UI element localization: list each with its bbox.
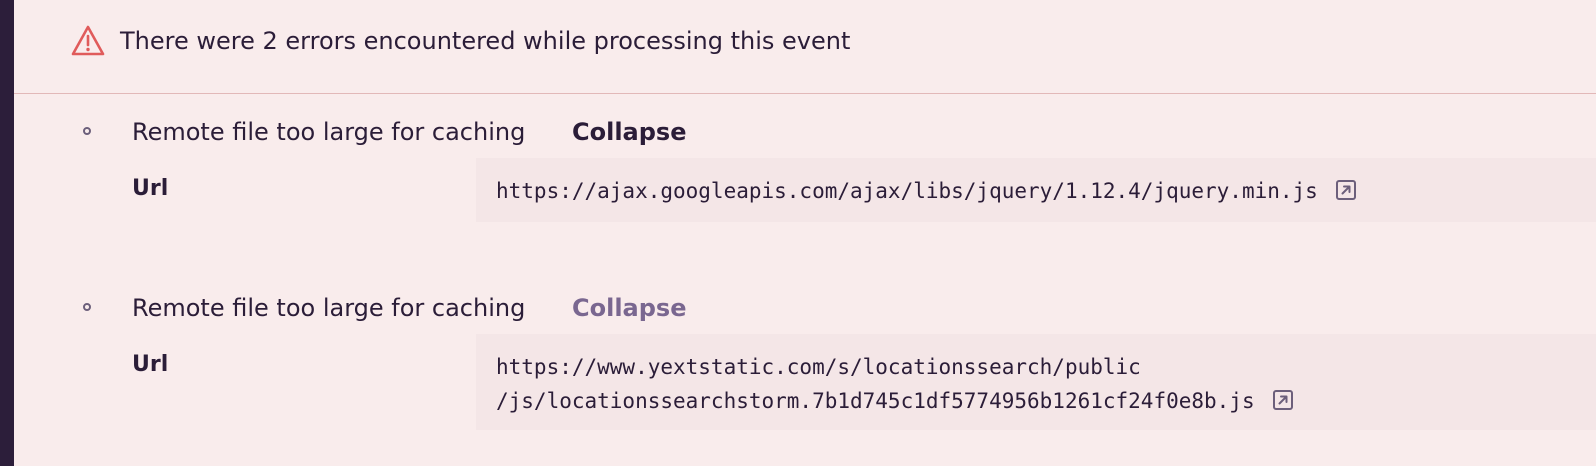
detail-value: https://www.yextstatic.com/s/locationsse… [476,334,1596,430]
left-rail [0,0,14,466]
bullet-icon [83,303,91,311]
detail-value: https://ajax.googleapis.com/ajax/libs/jq… [476,158,1596,222]
bullet-icon [83,127,91,135]
alert-title: There were 2 errors encountered while pr… [120,27,851,55]
warning-icon [70,24,106,58]
detail-key: Url [132,352,169,377]
error-item: Remote file too large for caching Collap… [14,292,1596,466]
error-message: Remote file too large for caching [132,118,526,146]
error-message: Remote file too large for caching [132,294,526,322]
url-text-line-1: https://www.yextstatic.com/s/locationsse… [496,355,1141,379]
detail-key: Url [132,176,169,201]
error-alert-header: There were 2 errors encountered while pr… [14,0,1596,94]
external-link-icon[interactable] [1335,180,1356,200]
external-link-icon[interactable] [1272,390,1293,410]
url-text-line-2: /js/locationssearchstorm.7b1d745c1df5774… [496,389,1255,413]
error-item: Remote file too large for caching Collap… [14,116,1596,228]
collapse-button[interactable]: Collapse [572,117,687,147]
url-text: https://ajax.googleapis.com/ajax/libs/jq… [496,179,1318,203]
collapse-button[interactable]: Collapse [572,293,687,323]
